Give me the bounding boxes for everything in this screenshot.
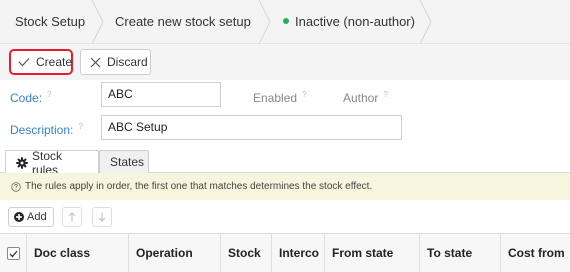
tab-bar: Stock rules States (0, 148, 570, 177)
table-header: Doc class Operation Stock Interco From s… (0, 233, 570, 272)
status-text: Inactive (non-author) (295, 14, 415, 29)
move-down-button[interactable] (92, 207, 112, 227)
column-header-stock[interactable]: Stock (221, 234, 272, 272)
tab-stock-rules[interactable]: Stock rules (5, 149, 99, 177)
status-dot-icon (283, 18, 289, 24)
code-field[interactable]: ABC (101, 82, 221, 107)
breadcrumb-separator (258, 0, 272, 44)
move-up-button[interactable] (62, 207, 82, 227)
discard-button-label: Discard (107, 55, 148, 69)
discard-button[interactable]: Discard (80, 49, 151, 75)
description-field[interactable]: ABC Setup (101, 115, 402, 140)
plus-circle-icon (14, 212, 24, 222)
breadcrumb-stock-setup[interactable]: Stock Setup (15, 0, 85, 44)
select-all-cell (0, 234, 27, 272)
breadcrumb-create-new-stock-setup[interactable]: Create new stock setup (115, 0, 251, 44)
arrow-up-icon (68, 212, 76, 222)
create-button[interactable]: Create (9, 49, 73, 75)
column-header-interco[interactable]: Interco (272, 234, 325, 272)
add-button[interactable]: Add (8, 207, 54, 227)
add-button-label: Add (27, 211, 47, 223)
info-message: The rules apply in order, the first one … (0, 173, 570, 200)
arrow-down-icon (98, 212, 106, 222)
breadcrumb-separator (419, 0, 433, 44)
close-icon (90, 57, 101, 68)
status-indicator: Inactive (non-author) (283, 0, 415, 44)
column-header-operation[interactable]: Operation (129, 234, 221, 272)
help-icon: ? (47, 90, 52, 99)
enabled-label: Enabled? (253, 90, 307, 105)
help-icon: ? (383, 90, 388, 99)
gear-icon (16, 156, 28, 169)
select-all-checkbox[interactable] (6, 247, 20, 260)
breadcrumb: Stock Setup Create new stock setup Inact… (0, 0, 570, 44)
toolbar: Create Discard (0, 44, 570, 80)
question-circle-icon (11, 181, 21, 192)
info-text: The rules apply in order, the first one … (25, 181, 373, 192)
code-label: Code:? (10, 90, 52, 105)
column-header-from-state[interactable]: From state (325, 234, 420, 272)
column-header-to-state[interactable]: To state (420, 234, 501, 272)
tab-states-label: States (110, 155, 145, 169)
breadcrumb-separator (91, 0, 105, 44)
column-header-cost-from[interactable]: Cost from (501, 234, 570, 272)
check-icon (18, 57, 30, 67)
tab-states[interactable]: States (99, 150, 149, 173)
column-header-doc-class[interactable]: Doc class (27, 234, 129, 272)
help-icon: ? (78, 122, 83, 131)
create-button-label: Create (36, 55, 73, 69)
help-icon: ? (302, 90, 307, 99)
author-label: Author? (343, 90, 388, 105)
description-label: Description:? (10, 122, 83, 137)
